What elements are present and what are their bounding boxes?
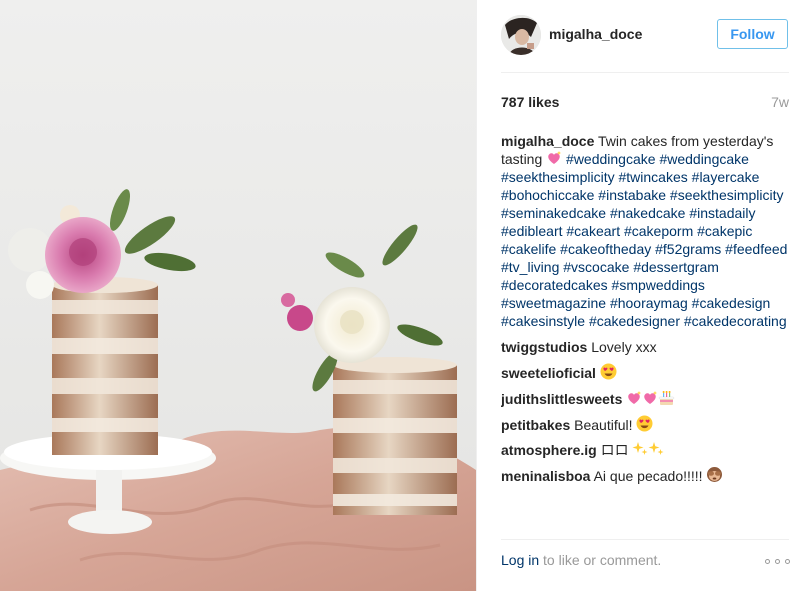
- hashtag-link[interactable]: #seekthesimplicity: [670, 187, 784, 203]
- post-age[interactable]: 7w: [771, 94, 789, 110]
- hashtag-link[interactable]: #layercake: [692, 169, 760, 185]
- hashtag-link[interactable]: #decoratedcakes: [501, 277, 608, 293]
- hashtag-link[interactable]: #seekthesimplicity: [501, 169, 615, 185]
- hashtag-link[interactable]: #weddingcake: [659, 151, 749, 167]
- comment-username[interactable]: judithslittlesweets: [501, 391, 622, 407]
- hashtag-link[interactable]: #instabake: [598, 187, 666, 203]
- comment-text: ロロ: [600, 442, 629, 458]
- hashtag-link[interactable]: #cakeart: [566, 223, 620, 239]
- comment-username[interactable]: meninalisboa: [501, 468, 590, 484]
- hashtag-link[interactable]: #weddingcake: [566, 151, 656, 167]
- header-divider: [501, 72, 789, 73]
- comment-item: sweetelioficial: [501, 363, 791, 382]
- post-side-panel: migalha_doce Follow 787 likes 7w migalha…: [476, 0, 803, 591]
- hashtag-link[interactable]: #twincakes: [619, 169, 688, 185]
- heart-eyes-face-icon: [636, 415, 653, 432]
- hashtag-link[interactable]: #cakedesign: [692, 295, 771, 311]
- comment-item: petitbakes Beautiful!: [501, 415, 791, 434]
- avatar[interactable]: [501, 15, 541, 55]
- avatar-image: [501, 15, 541, 55]
- comment-username[interactable]: petitbakes: [501, 417, 570, 433]
- login-prompt-text: to like or comment.: [539, 552, 662, 568]
- comments-list[interactable]: migalha_doce Twin cakes from yesterday's…: [501, 132, 791, 528]
- birthday-cake-icon: [658, 389, 675, 406]
- heart-eyes-face-icon: [600, 363, 617, 380]
- hashtag-link[interactable]: #sweetmagazine: [501, 295, 606, 311]
- likes-count[interactable]: 787 likes: [501, 94, 559, 110]
- comment-username[interactable]: atmosphere.ig: [501, 442, 597, 458]
- comment-text: Lovely xxx: [591, 339, 657, 355]
- post-photo[interactable]: [0, 0, 476, 591]
- hashtag-link[interactable]: #edibleart: [501, 223, 563, 239]
- hashtag-link[interactable]: #hooraymag: [610, 295, 688, 311]
- hashtag-link[interactable]: #instadaily: [689, 205, 755, 221]
- comment-item: twiggstudios Lovely xxx: [501, 338, 791, 356]
- post-footer: Log in to like or comment.: [501, 552, 791, 574]
- hashtag-link[interactable]: #dessertgram: [633, 259, 719, 275]
- comment-text: Ai que pecado!!!!!: [593, 468, 703, 484]
- hashtag-link[interactable]: #cakeoftheday: [560, 241, 651, 257]
- likes-row: 787 likes 7w: [501, 94, 789, 112]
- hashtag-link[interactable]: #cakesinstyle: [501, 313, 585, 329]
- hashtag-link[interactable]: #bohochiccake: [501, 187, 594, 203]
- sparkling-heart-icon: [546, 150, 562, 166]
- footer-divider: [501, 539, 789, 540]
- sparkles-icon: [632, 441, 648, 457]
- hashtag-link[interactable]: #cakedecorating: [684, 313, 787, 329]
- see-no-evil-monkey-icon: [706, 466, 723, 483]
- post-header: migalha_doce Follow: [477, 0, 803, 72]
- comment-text: Beautiful!: [574, 417, 633, 433]
- comment-username[interactable]: sweetelioficial: [501, 365, 596, 381]
- hashtag-link[interactable]: #cakelife: [501, 241, 556, 257]
- comment-item: atmosphere.ig ロロ: [501, 441, 791, 459]
- sparkles-icon: [648, 441, 664, 457]
- hashtag-link[interactable]: #cakepic: [697, 223, 752, 239]
- sparkling-heart-icon: [626, 390, 642, 406]
- cakes-photo: [0, 0, 476, 591]
- hashtag-link[interactable]: #nakedcake: [610, 205, 686, 221]
- caption-username[interactable]: migalha_doce: [501, 133, 594, 149]
- header-username[interactable]: migalha_doce: [549, 26, 642, 42]
- hashtag-link[interactable]: #smpweddings: [612, 277, 705, 293]
- comment-item: meninalisboa Ai que pecado!!!!!: [501, 466, 791, 485]
- caption-hashtags: #weddingcake #weddingcake #seekthesimpli…: [501, 151, 787, 329]
- hashtag-link[interactable]: #cakedesigner: [589, 313, 680, 329]
- comment-username[interactable]: twiggstudios: [501, 339, 587, 355]
- hashtag-link[interactable]: #f52grams: [655, 241, 721, 257]
- hashtag-link[interactable]: #vscocake: [563, 259, 629, 275]
- hashtag-link[interactable]: #cakeporm: [624, 223, 693, 239]
- more-options-icon[interactable]: [765, 556, 791, 566]
- comment-item: judithslittlesweets: [501, 389, 791, 408]
- hashtag-link[interactable]: #seminakedcake: [501, 205, 606, 221]
- login-link[interactable]: Log in: [501, 552, 539, 568]
- hashtag-link[interactable]: #feedfeed: [725, 241, 787, 257]
- hashtag-link[interactable]: #tv_living: [501, 259, 559, 275]
- caption: migalha_doce Twin cakes from yesterday's…: [501, 132, 791, 330]
- sparkling-heart-icon: [642, 390, 658, 406]
- follow-button[interactable]: Follow: [717, 19, 788, 49]
